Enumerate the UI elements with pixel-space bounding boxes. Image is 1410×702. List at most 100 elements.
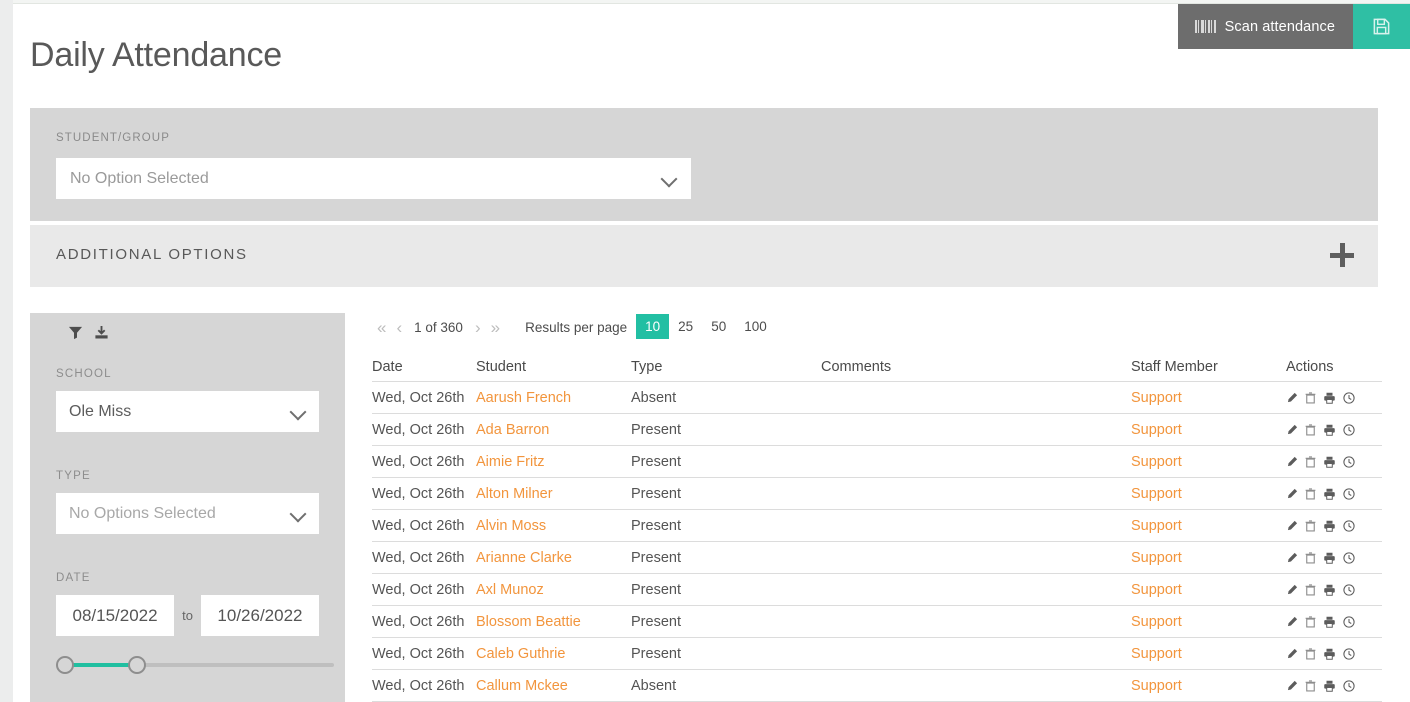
filter-school-group: SCHOOL Ole Miss xyxy=(56,368,319,432)
cell-student-link[interactable]: Aimie Fritz xyxy=(476,454,631,470)
cell-student-link[interactable]: Callum Mckee xyxy=(476,678,631,694)
trash-delete-icon[interactable] xyxy=(1305,424,1316,436)
school-select[interactable]: Ole Miss xyxy=(56,391,319,432)
pencil-edit-icon[interactable] xyxy=(1286,392,1298,404)
trash-delete-icon[interactable] xyxy=(1305,392,1316,404)
clock-history-icon[interactable] xyxy=(1343,488,1355,500)
cell-type: Present xyxy=(631,486,821,502)
save-button[interactable] xyxy=(1353,4,1410,49)
printer-print-icon[interactable] xyxy=(1323,392,1336,404)
trash-delete-icon[interactable] xyxy=(1305,552,1316,564)
cell-student-link[interactable]: Ada Barron xyxy=(476,422,631,438)
pencil-edit-icon[interactable] xyxy=(1286,520,1298,532)
cell-staff-link[interactable]: Support xyxy=(1131,646,1286,662)
printer-print-icon[interactable] xyxy=(1323,520,1336,532)
date-range-inputs: 08/15/2022 to 10/26/2022 xyxy=(56,595,319,636)
additional-options-label: ADDITIONAL OPTIONS xyxy=(56,246,248,263)
clock-history-icon[interactable] xyxy=(1343,424,1355,436)
cell-staff-link[interactable]: Support xyxy=(1131,518,1286,534)
clock-history-icon[interactable] xyxy=(1343,648,1355,660)
cell-student-link[interactable]: Alton Milner xyxy=(476,486,631,502)
clock-history-icon[interactable] xyxy=(1343,616,1355,628)
trash-delete-icon[interactable] xyxy=(1305,488,1316,500)
cell-staff-link[interactable]: Support xyxy=(1131,550,1286,566)
cell-staff-link[interactable]: Support xyxy=(1131,582,1286,598)
trash-delete-icon[interactable] xyxy=(1305,680,1316,692)
printer-print-icon[interactable] xyxy=(1323,552,1336,564)
filter-sidebar-toolbar xyxy=(68,325,109,340)
printer-print-icon[interactable] xyxy=(1323,456,1336,468)
cell-type: Present xyxy=(631,422,821,438)
printer-print-icon[interactable] xyxy=(1323,424,1336,436)
results-per-page-option-10[interactable]: 10 xyxy=(636,314,669,339)
additional-options-bar[interactable]: ADDITIONAL OPTIONS xyxy=(30,225,1378,287)
cell-staff-link[interactable]: Support xyxy=(1131,422,1286,438)
trash-delete-icon[interactable] xyxy=(1305,648,1316,660)
chevron-down-icon xyxy=(291,404,306,419)
clock-history-icon[interactable] xyxy=(1343,456,1355,468)
printer-print-icon[interactable] xyxy=(1323,616,1336,628)
clock-history-icon[interactable] xyxy=(1343,680,1355,692)
printer-print-icon[interactable] xyxy=(1323,584,1336,596)
cell-student-link[interactable]: Axl Munoz xyxy=(476,582,631,598)
results-per-page-option-100[interactable]: 100 xyxy=(735,314,776,339)
printer-print-icon[interactable] xyxy=(1323,680,1336,692)
scan-attendance-button[interactable]: Scan attendance xyxy=(1178,4,1353,49)
cell-student-link[interactable]: Blossom Beattie xyxy=(476,614,631,630)
cell-student-link[interactable]: Aarush French xyxy=(476,390,631,406)
date-from-input[interactable]: 08/15/2022 xyxy=(56,595,174,636)
chevron-down-icon xyxy=(662,171,677,186)
cell-student-link[interactable]: Arianne Clarke xyxy=(476,550,631,566)
last-page-button[interactable]: » xyxy=(486,319,505,336)
slider-knob-start[interactable] xyxy=(56,656,74,674)
trash-delete-icon[interactable] xyxy=(1305,616,1316,628)
plus-icon[interactable] xyxy=(1330,243,1356,269)
cell-actions xyxy=(1286,520,1382,532)
cell-date: Wed, Oct 26th xyxy=(372,518,476,534)
clock-history-icon[interactable] xyxy=(1343,520,1355,532)
pencil-edit-icon[interactable] xyxy=(1286,456,1298,468)
cell-student-link[interactable]: Alvin Moss xyxy=(476,518,631,534)
clock-history-icon[interactable] xyxy=(1343,552,1355,564)
prev-page-button[interactable]: ‹ xyxy=(391,319,407,336)
download-export-icon[interactable] xyxy=(94,325,109,340)
cell-staff-link[interactable]: Support xyxy=(1131,614,1286,630)
cell-student-link[interactable]: Caleb Guthrie xyxy=(476,646,631,662)
cell-type: Absent xyxy=(631,390,821,406)
first-page-button[interactable]: « xyxy=(372,319,391,336)
student-group-panel: STUDENT/GROUP No Option Selected xyxy=(30,108,1378,221)
date-range-slider[interactable] xyxy=(56,656,334,674)
type-label: TYPE xyxy=(56,470,319,482)
cell-date: Wed, Oct 26th xyxy=(372,486,476,502)
table-row: Wed, Oct 26thAimie FritzPresentSupport xyxy=(372,446,1382,478)
pencil-edit-icon[interactable] xyxy=(1286,552,1298,564)
clock-history-icon[interactable] xyxy=(1343,392,1355,404)
cell-staff-link[interactable]: Support xyxy=(1131,454,1286,470)
cell-staff-link[interactable]: Support xyxy=(1131,486,1286,502)
results-per-page-option-50[interactable]: 50 xyxy=(702,314,735,339)
scan-attendance-label: Scan attendance xyxy=(1225,19,1335,35)
table-row: Wed, Oct 26thAxl MunozPresentSupport xyxy=(372,574,1382,606)
printer-print-icon[interactable] xyxy=(1323,488,1336,500)
cell-staff-link[interactable]: Support xyxy=(1131,678,1286,694)
next-page-button[interactable]: › xyxy=(470,319,486,336)
pencil-edit-icon[interactable] xyxy=(1286,616,1298,628)
pencil-edit-icon[interactable] xyxy=(1286,648,1298,660)
type-select[interactable]: No Options Selected xyxy=(56,493,319,534)
cell-actions xyxy=(1286,584,1382,596)
student-group-select[interactable]: No Option Selected xyxy=(56,158,691,199)
pencil-edit-icon[interactable] xyxy=(1286,488,1298,500)
clock-history-icon[interactable] xyxy=(1343,584,1355,596)
cell-staff-link[interactable]: Support xyxy=(1131,390,1286,406)
trash-delete-icon[interactable] xyxy=(1305,520,1316,532)
slider-knob-end[interactable] xyxy=(128,656,146,674)
trash-delete-icon[interactable] xyxy=(1305,584,1316,596)
funnel-filter-icon[interactable] xyxy=(68,325,83,340)
pencil-edit-icon[interactable] xyxy=(1286,584,1298,596)
pencil-edit-icon[interactable] xyxy=(1286,680,1298,692)
trash-delete-icon[interactable] xyxy=(1305,456,1316,468)
results-per-page-option-25[interactable]: 25 xyxy=(669,314,702,339)
pencil-edit-icon[interactable] xyxy=(1286,424,1298,436)
printer-print-icon[interactable] xyxy=(1323,648,1336,660)
date-to-input[interactable]: 10/26/2022 xyxy=(201,595,319,636)
